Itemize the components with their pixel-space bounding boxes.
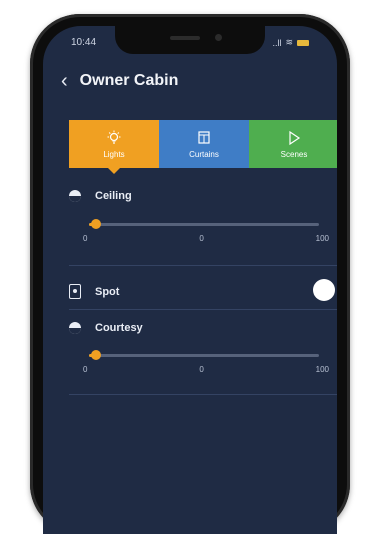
wifi-icon: ≋ — [285, 37, 293, 47]
dimmer-icon — [69, 190, 81, 202]
scale-min: 0 — [83, 365, 88, 374]
signal-icon: ..ll — [272, 37, 282, 48]
curtain-icon — [198, 130, 210, 144]
ceiling-scale: 0 0 100 — [83, 234, 329, 243]
slider-thumb[interactable] — [90, 350, 101, 360]
divider — [69, 394, 337, 395]
status-time: 10:44 — [71, 37, 97, 48]
spot-icon — [69, 284, 81, 299]
status-icons: ..ll ≋ — [272, 37, 309, 48]
ceiling-row: Ceiling — [69, 190, 132, 202]
bulb-icon — [107, 130, 121, 144]
scale-max: 100 — [315, 365, 329, 374]
spot-label: Spot — [95, 285, 120, 298]
scale-max: 100 — [315, 234, 329, 243]
ceiling-slider[interactable] — [89, 219, 319, 229]
tab-bar: Lights Curtains Scenes — [69, 120, 337, 168]
divider — [69, 309, 337, 310]
tab-curtains[interactable]: Curtains — [159, 120, 249, 168]
scale-min: 0 — [83, 234, 88, 243]
notch — [115, 26, 265, 54]
courtesy-label: Courtesy — [95, 322, 143, 334]
tab-lights[interactable]: Lights — [69, 120, 159, 168]
dimmer-icon — [69, 322, 81, 334]
divider — [69, 265, 337, 266]
tab-label: Lights — [103, 149, 125, 159]
courtesy-row: Courtesy — [69, 322, 143, 334]
play-icon — [289, 130, 301, 145]
slider-thumb[interactable] — [90, 219, 101, 229]
app-screen: 10:44 ..ll ≋ ‹ Owner Cabin Lights Curtai… — [43, 26, 337, 534]
scale-mid: 0 — [199, 234, 204, 243]
spot-toggle[interactable] — [313, 279, 335, 301]
courtesy-slider[interactable] — [89, 350, 319, 360]
speaker — [170, 36, 200, 40]
camera — [215, 34, 222, 41]
battery-icon — [297, 39, 309, 46]
tab-label: Curtains — [189, 149, 219, 159]
scale-mid: 0 — [199, 365, 204, 374]
phone-frame: 10:44 ..ll ≋ ‹ Owner Cabin Lights Curtai… — [30, 14, 350, 534]
tab-scenes[interactable]: Scenes — [249, 120, 337, 168]
ceiling-label: Ceiling — [95, 190, 132, 202]
header: ‹ Owner Cabin — [61, 71, 178, 91]
tab-label: Scenes — [280, 149, 308, 159]
spot-row: Spot — [69, 284, 119, 299]
courtesy-scale: 0 0 100 — [83, 365, 329, 374]
chevron-left-icon[interactable]: ‹ — [61, 71, 68, 91]
page-title: Owner Cabin — [79, 72, 179, 89]
